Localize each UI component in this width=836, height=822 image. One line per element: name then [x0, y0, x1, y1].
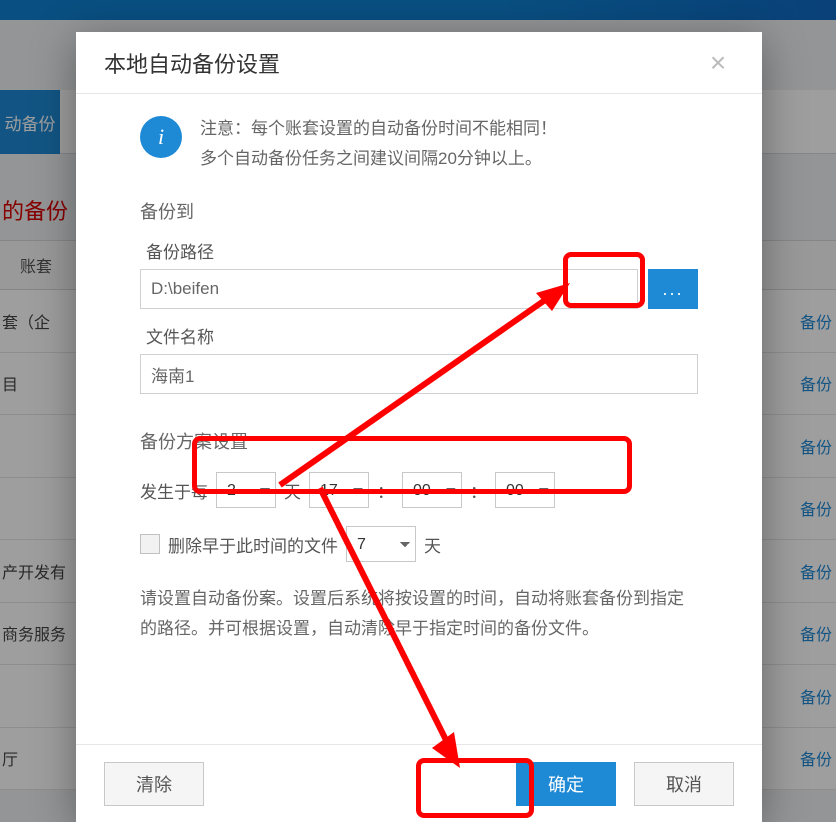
- schedule-days-unit: 天: [284, 478, 301, 503]
- modal-header: 本地自动备份设置 ×: [76, 32, 762, 94]
- help-text: 请设置自动备份案。设置后系统将按设置的时间，自动将账套备份到指定的路径。并可根据…: [140, 584, 698, 644]
- backup-settings-modal: 本地自动备份设置 × i 注意：每个账套设置的自动备份时间不能相同！ 多个自动备…: [76, 32, 762, 822]
- delete-days-select[interactable]: 7: [346, 526, 416, 562]
- modal-body: i 注意：每个账套设置的自动备份时间不能相同！ 多个自动备份任务之间建议间隔20…: [76, 94, 762, 654]
- delete-days-unit: 天: [424, 532, 441, 557]
- backup-path-input[interactable]: [140, 269, 638, 309]
- schedule-minute-select[interactable]: 00: [402, 472, 462, 508]
- schedule-sep1: ：: [377, 478, 394, 503]
- ok-button[interactable]: 确定: [516, 762, 616, 806]
- schedule-second-select[interactable]: 00: [495, 472, 555, 508]
- delete-old-label: 删除早于此时间的文件: [168, 532, 338, 557]
- modal-title: 本地自动备份设置: [104, 47, 280, 79]
- browse-path-button[interactable]: ...: [648, 269, 698, 309]
- label-filename: 文件名称: [146, 323, 698, 348]
- modal-footer: 清除 确定 取消: [76, 744, 762, 822]
- label-backup-path: 备份路径: [146, 238, 698, 263]
- schedule-hour-select[interactable]: 17: [309, 472, 369, 508]
- cancel-button[interactable]: 取消: [634, 762, 734, 806]
- delete-old-checkbox[interactable]: [140, 534, 160, 554]
- info-icon: i: [140, 116, 182, 158]
- schedule-sep2: ：: [470, 478, 487, 503]
- section-schedule: 备份方案设置: [140, 428, 698, 454]
- schedule-row: 发生于每 2 天 17 ： 00 ： 00: [140, 472, 698, 508]
- notice-line2: 多个自动备份任务之间建议间隔20分钟以上。: [200, 144, 557, 174]
- section-backup-to: 备份到: [140, 198, 698, 224]
- notice-text: 注意：每个账套设置的自动备份时间不能相同！ 多个自动备份任务之间建议间隔20分钟…: [200, 114, 557, 174]
- clear-button[interactable]: 清除: [104, 762, 204, 806]
- notice-line1: 注意：每个账套设置的自动备份时间不能相同！: [200, 114, 557, 144]
- schedule-days-select[interactable]: 2: [216, 472, 276, 508]
- close-icon[interactable]: ×: [702, 47, 734, 79]
- notice-block: i 注意：每个账套设置的自动备份时间不能相同！ 多个自动备份任务之间建议间隔20…: [140, 114, 698, 174]
- schedule-prefix: 发生于每: [140, 478, 208, 503]
- filename-input[interactable]: [140, 354, 698, 394]
- delete-row: 删除早于此时间的文件 7 天: [140, 526, 698, 562]
